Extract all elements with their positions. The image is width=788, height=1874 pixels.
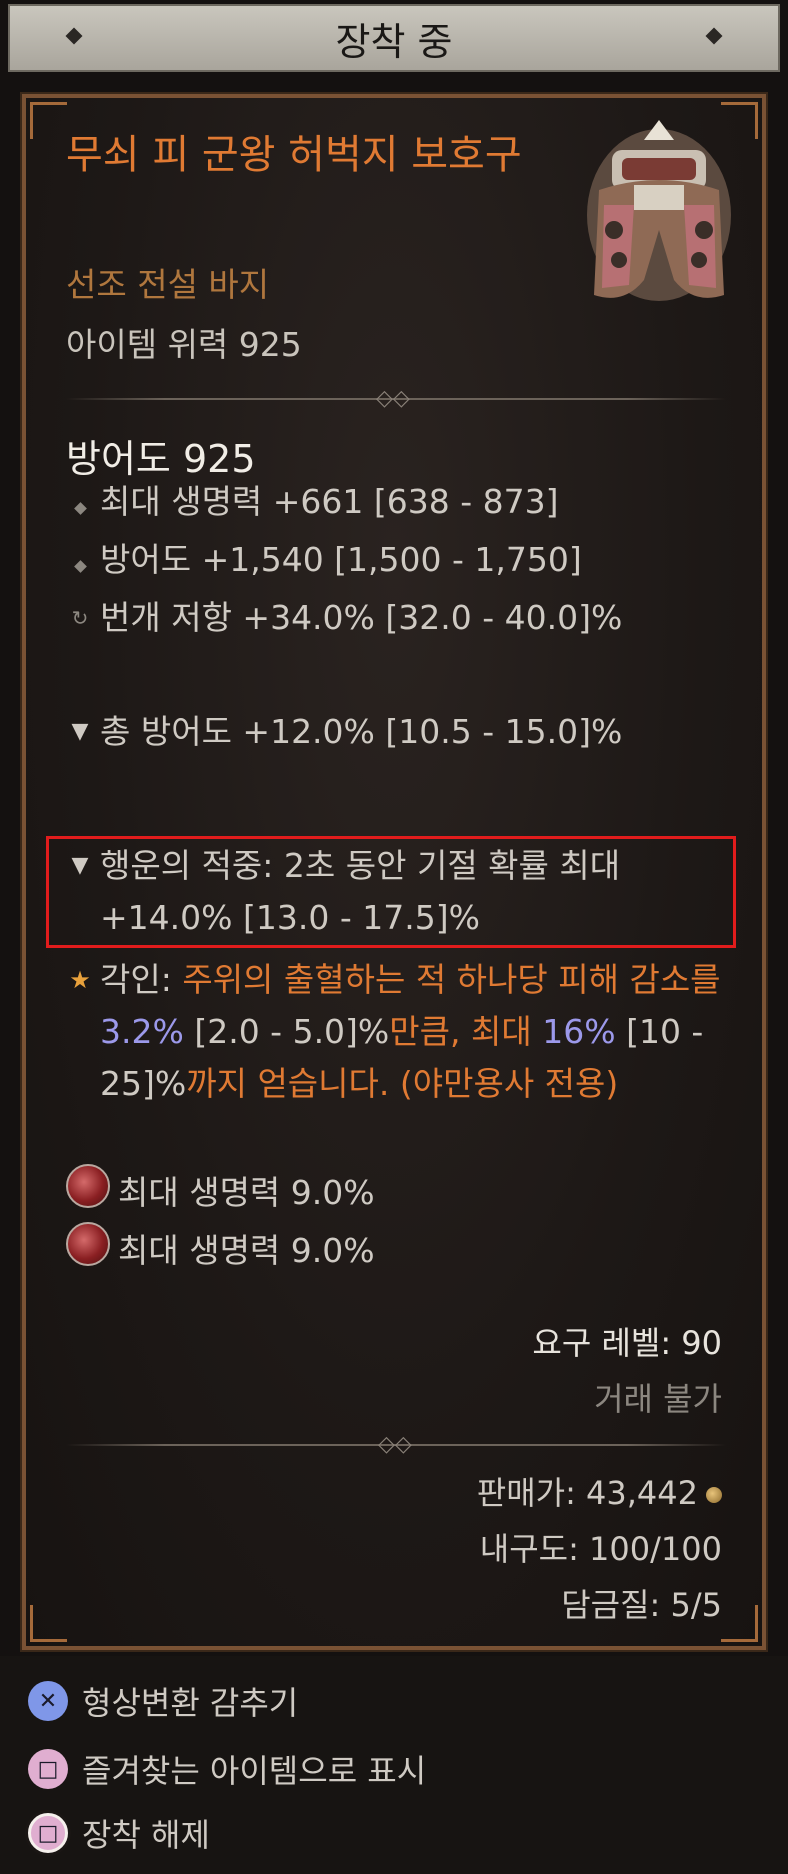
aspect-text: 만큼, 최대 xyxy=(389,1012,543,1051)
diamond-bullet-icon xyxy=(66,534,94,586)
gem-effect-text: 최대 생명력 9.0% xyxy=(118,1173,375,1212)
item-name: 무쇠 피 군왕 허벅지 보호구 xyxy=(66,132,522,178)
action-label: 장착 해제 xyxy=(82,1816,210,1854)
aspect-value: 16% xyxy=(542,1012,616,1051)
sell-price: 판매가: 43,442 xyxy=(477,1468,722,1514)
action-label: 형상변환 감추기 xyxy=(82,1684,299,1722)
aspect-label: 각인: xyxy=(100,960,183,999)
item-type: 선조 전설 바지 xyxy=(66,265,270,304)
cross-button-icon: ✕ xyxy=(28,1681,68,1721)
square-button-icon: □ xyxy=(28,1749,68,1789)
anvil-icon: ▼ xyxy=(71,719,89,744)
divider-ornament-icon: ◇◇ xyxy=(376,386,410,411)
temper-count: 담금질: 5/5 xyxy=(561,1586,722,1624)
frame-corner-ornament xyxy=(30,102,67,139)
star-icon: ★ xyxy=(69,966,91,994)
aspect-text: 까지 얻습니다. (야만용사 전용) xyxy=(186,1064,619,1103)
gold-coin-icon xyxy=(706,1487,722,1503)
affix-text: 방어도 +1,540 [1,500 - 1,750] xyxy=(100,540,582,579)
resistance-icon: ↻ xyxy=(71,606,89,630)
ruby-gem-icon xyxy=(66,1222,110,1266)
divider-ornament-icon: ◇◇ xyxy=(378,1432,412,1457)
aspect-line: ★ 각인: 주위의 출혈하는 적 하나당 피해 감소를 3.2% [2.0 - … xyxy=(66,954,726,1110)
header-diamond-right-icon xyxy=(705,27,723,45)
untradable-label: 거래 불가 xyxy=(594,1380,722,1418)
diamond-bullet-icon xyxy=(66,476,94,528)
affix-line: 최대 생명력 +661 [638 - 873] xyxy=(66,476,726,528)
affix-text: 최대 생명력 +661 [638 - 873] xyxy=(100,482,559,521)
required-level: 요구 레벨: 90 xyxy=(532,1324,722,1362)
affix-line: ↻ 번개 저항 +34.0% [32.0 - 40.0]% xyxy=(66,592,726,644)
equipped-header: 장착 중 xyxy=(8,4,780,72)
unequip-action[interactable]: □ 장착 해제 xyxy=(28,1810,210,1856)
aspect-range: [2.0 - 5.0]% xyxy=(183,1012,390,1051)
gem-effect-text: 최대 생명력 9.0% xyxy=(118,1231,375,1270)
affix-text: 총 방어도 +12.0% [10.5 - 15.0]% xyxy=(100,712,623,751)
ruby-gem-icon xyxy=(66,1164,110,1208)
fur-pants-armor-image xyxy=(587,120,731,301)
affix-line: 방어도 +1,540 [1,500 - 1,750] xyxy=(66,534,726,586)
action-label: 즐겨찾는 아이템으로 표시 xyxy=(82,1752,427,1790)
affix-text: 번개 저항 +34.0% [32.0 - 40.0]% xyxy=(100,598,623,637)
header-title: 장착 중 xyxy=(335,19,453,64)
hide-transmog-action[interactable]: ✕ 형상변환 감추기 xyxy=(28,1678,298,1724)
frame-corner-ornament xyxy=(30,1605,67,1642)
sell-price-text: 판매가: 43,442 xyxy=(476,1474,698,1512)
frame-corner-ornament xyxy=(721,1605,758,1642)
armor-value: 방어도 925 xyxy=(66,437,256,481)
header-diamond-left-icon xyxy=(65,27,83,45)
item-tooltip: 무쇠 피 군왕 허벅지 보호구 선조 전설 바지 아이템 위력 925 ◇◇ 방… xyxy=(20,92,768,1652)
aspect-text: 주위의 출혈하는 적 하나당 피해 감소를 xyxy=(182,960,721,999)
durability: 내구도: 100/100 xyxy=(479,1530,722,1568)
item-power: 아이템 위력 925 xyxy=(66,325,302,364)
affix-line: ▼ 총 방어도 +12.0% [10.5 - 15.0]% xyxy=(66,706,726,758)
action-bar: ✕ 형상변환 감추기 □ 즐겨찾는 아이템으로 표시 □ 장착 해제 xyxy=(0,1656,788,1874)
highlight-box xyxy=(46,836,736,948)
mark-favorite-action[interactable]: □ 즐겨찾는 아이템으로 표시 xyxy=(28,1746,426,1792)
square-button-icon: □ xyxy=(28,1813,68,1853)
aspect-value: 3.2% xyxy=(100,1012,184,1051)
